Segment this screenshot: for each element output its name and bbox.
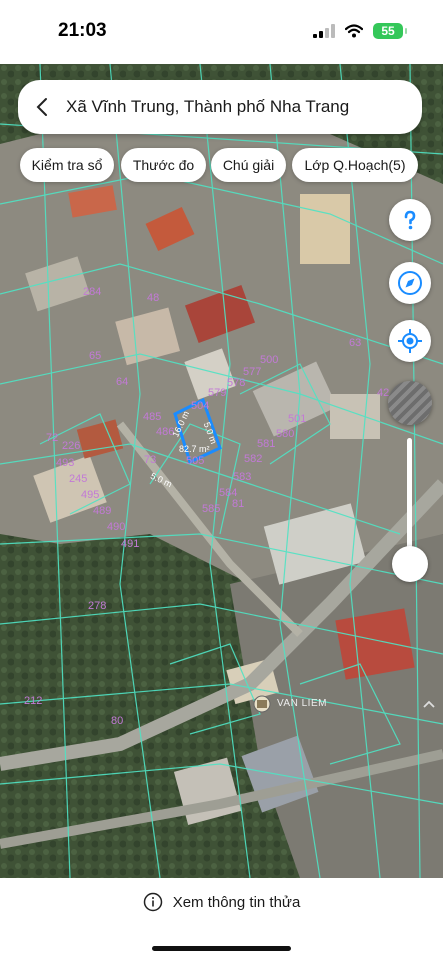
place-label: VAN LIEM [277, 698, 327, 709]
parcel-number[interactable]: 501 [288, 413, 306, 425]
parcel-number[interactable]: 504 [191, 400, 209, 412]
parcel-number[interactable]: 491 [121, 538, 139, 550]
help-button[interactable] [389, 199, 431, 241]
parcel-number[interactable]: 581 [257, 438, 275, 450]
chip-lop-quy-hoach[interactable]: Lớp Q.Hoạch(5) [292, 148, 418, 182]
info-icon [143, 892, 162, 912]
battery-indicator: 55 [373, 23, 407, 39]
parcel-number[interactable]: 580 [276, 428, 294, 440]
chevron-up-icon[interactable] [422, 698, 436, 712]
parcel-number[interactable]: 245 [69, 473, 87, 485]
parcel-number[interactable]: 42 [377, 387, 389, 399]
parcel-number[interactable]: 495 [81, 489, 99, 501]
parcel-number[interactable]: 73 [144, 454, 156, 466]
parcel-number[interactable]: 490 [107, 521, 125, 533]
signal-icon [313, 24, 335, 38]
parcel-number[interactable]: 577 [243, 366, 261, 378]
place-marker-icon [253, 695, 271, 713]
chip-thuoc-do[interactable]: Thước đo [121, 148, 206, 182]
bottom-bar: Xem thông tin thửa [0, 878, 443, 960]
compass-button[interactable] [389, 262, 431, 304]
chevron-left-icon [36, 98, 47, 116]
chip-chu-giai[interactable]: Chú giải [211, 148, 286, 182]
parcel-number[interactable]: 226 [62, 440, 80, 452]
parcel-area: 82.7 m² [179, 444, 210, 454]
satellite-map[interactable] [0, 64, 443, 878]
parcel-number[interactable]: 65 [89, 350, 101, 362]
wifi-icon [345, 24, 363, 38]
parcel-number[interactable]: 48 [147, 292, 159, 304]
chip-kiem-tra-so[interactable]: Kiểm tra sổ [20, 148, 114, 182]
parcel-number[interactable]: 64 [116, 376, 128, 388]
parcel-number[interactable]: 500 [260, 354, 278, 366]
parcel-number[interactable]: 485 [143, 411, 161, 423]
back-button[interactable] [22, 80, 62, 134]
home-indicator [152, 946, 291, 951]
opacity-slider-handle[interactable] [392, 546, 428, 582]
parcel-number[interactable]: 489 [93, 505, 111, 517]
question-icon [404, 210, 416, 230]
location-title[interactable]: Xã Vĩnh Trung, Thành phố Nha Trang [66, 97, 349, 117]
map-view[interactable]: 284 48 65 64 63 500 577 578 579 504 485 … [0, 64, 443, 878]
parcel-number[interactable]: 80 [111, 715, 123, 727]
parcel-number[interactable]: 63 [349, 337, 361, 349]
parcel-number[interactable]: 278 [88, 600, 106, 612]
parcel-number[interactable]: 582 [244, 453, 262, 465]
parcel-info-link[interactable]: Xem thông tin thửa [0, 892, 443, 912]
parcel-number[interactable]: 578 [227, 377, 245, 389]
parcel-number[interactable]: 284 [83, 286, 101, 298]
search-bar[interactable]: Xã Vĩnh Trung, Thành phố Nha Trang [18, 80, 422, 134]
locate-icon [398, 329, 422, 353]
parcel-number[interactable]: 212 [24, 695, 42, 707]
parcel-info-text[interactable]: Xem thông tin thửa [173, 894, 301, 911]
status-icons: 55 [313, 23, 407, 39]
parcel-number[interactable]: 583 [233, 471, 251, 483]
parcel-number[interactable]: 585 [202, 503, 220, 515]
status-time: 21:03 [58, 20, 107, 41]
parcel-number[interactable]: 81 [232, 498, 244, 510]
my-location-button[interactable] [389, 320, 431, 362]
parcel-number[interactable]: 505 [186, 455, 204, 467]
status-bar: 21:03 55 [0, 0, 443, 64]
parcel-number[interactable]: 72 [46, 432, 58, 444]
opacity-slider-top-handle[interactable] [388, 381, 432, 425]
parcel-number[interactable]: 493 [56, 457, 74, 469]
compass-icon [398, 271, 422, 295]
parcel-number[interactable]: 579 [208, 387, 226, 399]
